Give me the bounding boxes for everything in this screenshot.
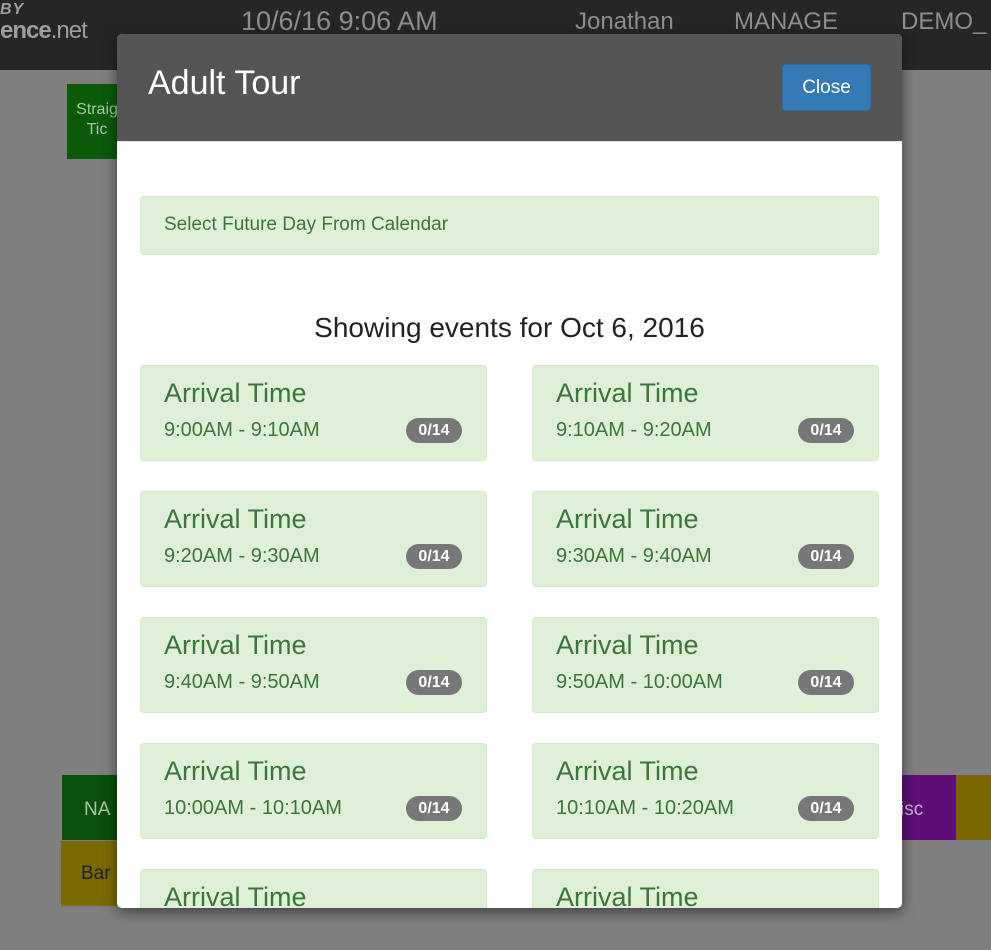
tile-gold — [956, 775, 991, 840]
adult-tour-modal: Adult Tour Close Select Future Day From … — [117, 34, 902, 908]
demo-menu[interactable]: DEMO_ — [901, 8, 986, 36]
capacity-badge: 0/14 — [406, 670, 462, 695]
event-slot[interactable]: Arrival Time 9:10AM - 9:20AM 0/14 — [532, 365, 879, 461]
event-slot[interactable]: Arrival Time — [532, 869, 879, 908]
event-slot[interactable]: Arrival Time 10:10AM - 10:20AM 0/14 — [532, 743, 879, 839]
logo-name-rest: .net — [50, 17, 88, 44]
event-title: Arrival Time — [164, 756, 307, 786]
close-button[interactable]: Close — [782, 64, 871, 111]
capacity-badge: 0/14 — [798, 670, 854, 695]
manage-menu[interactable]: MANAGE — [734, 8, 838, 36]
logo-name-bold: ence — [0, 17, 52, 44]
event-time: 9:40AM - 9:50AM — [164, 671, 320, 693]
logo-by: BY — [0, 1, 25, 18]
capacity-badge: 0/14 — [798, 796, 854, 821]
event-slot[interactable]: Arrival Time 9:20AM - 9:30AM 0/14 — [140, 491, 487, 587]
event-title: Arrival Time — [164, 378, 307, 408]
events-heading: Showing events for Oct 6, 2016 — [314, 312, 705, 343]
tile-na: NA — [62, 775, 122, 840]
event-title: Arrival Time — [556, 882, 699, 908]
modal-header: Adult Tour Close — [117, 34, 902, 142]
event-slot[interactable]: Arrival Time 9:00AM - 9:10AM 0/14 — [140, 365, 487, 461]
event-title: Arrival Time — [556, 504, 699, 534]
event-title: Arrival Time — [556, 378, 699, 408]
event-title: Arrival Time — [164, 882, 307, 908]
event-slot[interactable]: Arrival Time 10:00AM - 10:10AM 0/14 — [140, 743, 487, 839]
event-time: 10:10AM - 10:20AM — [556, 797, 734, 819]
event-time: 9:00AM - 9:10AM — [164, 419, 320, 441]
event-slot[interactable]: Arrival Time 9:40AM - 9:50AM 0/14 — [140, 617, 487, 713]
event-title: Arrival Time — [556, 756, 699, 786]
capacity-badge: 0/14 — [798, 544, 854, 569]
tile-bar: Bar — [61, 841, 121, 906]
event-title: Arrival Time — [164, 504, 307, 534]
capacity-badge: 0/14 — [406, 418, 462, 443]
logo-name: ence.net — [0, 17, 88, 44]
capacity-badge: 0/14 — [798, 418, 854, 443]
event-time: 9:50AM - 10:00AM — [556, 671, 723, 693]
event-slot[interactable]: Arrival Time 9:30AM - 9:40AM 0/14 — [532, 491, 879, 587]
capacity-badge: 0/14 — [406, 544, 462, 569]
current-datetime: 10/6/16 9:06 AM — [241, 6, 438, 36]
event-time: 9:10AM - 9:20AM — [556, 419, 712, 441]
event-time: 10:00AM - 10:10AM — [164, 797, 342, 819]
event-title: Arrival Time — [556, 630, 699, 660]
event-time: 9:20AM - 9:30AM — [164, 545, 320, 567]
modal-title: Adult Tour — [148, 64, 301, 102]
select-day-alert: Select Future Day From Calendar — [140, 196, 879, 255]
event-time: 9:30AM - 9:40AM — [556, 545, 712, 567]
capacity-badge: 0/14 — [406, 796, 462, 821]
event-slot[interactable]: Arrival Time 9:50AM - 10:00AM 0/14 — [532, 617, 879, 713]
event-title: Arrival Time — [164, 630, 307, 660]
event-slot[interactable]: Arrival Time — [140, 869, 487, 908]
brand-logo[interactable]: BY ence.net — [0, 1, 88, 44]
user-menu[interactable]: Jonathan — [575, 8, 674, 36]
